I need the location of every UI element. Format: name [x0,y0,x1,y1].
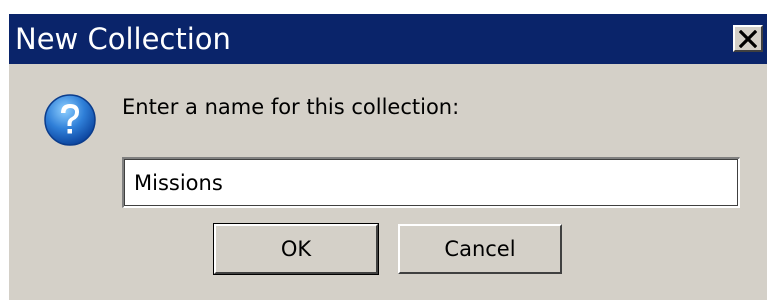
close-icon [739,30,757,48]
prompt-label: Enter a name for this collection: [122,95,460,119]
dialog-title: New Collection [15,22,231,56]
ok-button[interactable]: OK [213,223,379,275]
question-icon [44,94,96,146]
title-bar[interactable]: New Collection [9,14,767,64]
cancel-button[interactable]: Cancel [398,224,562,274]
new-collection-dialog: New Collection Enter a name for this col… [8,14,767,300]
close-button[interactable] [733,25,763,52]
collection-name-input[interactable] [122,157,740,208]
